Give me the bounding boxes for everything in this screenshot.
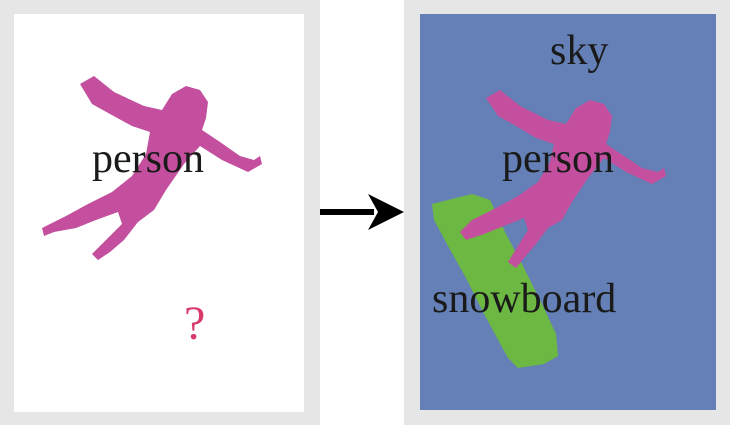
input-panel-frame: person ?: [0, 0, 320, 425]
sky-label: sky: [550, 28, 609, 74]
input-person-label: person: [92, 136, 204, 182]
input-person-silhouette: [42, 76, 262, 260]
input-panel: person ?: [14, 14, 304, 412]
output-panel: sky person snowboard: [420, 14, 716, 410]
output-panel-frame: sky person snowboard: [404, 0, 730, 425]
snowboard-label: snowboard: [432, 276, 617, 322]
output-person-label: person: [502, 136, 614, 182]
question-mark-label: ?: [184, 297, 206, 350]
arrow-icon: [320, 194, 404, 230]
